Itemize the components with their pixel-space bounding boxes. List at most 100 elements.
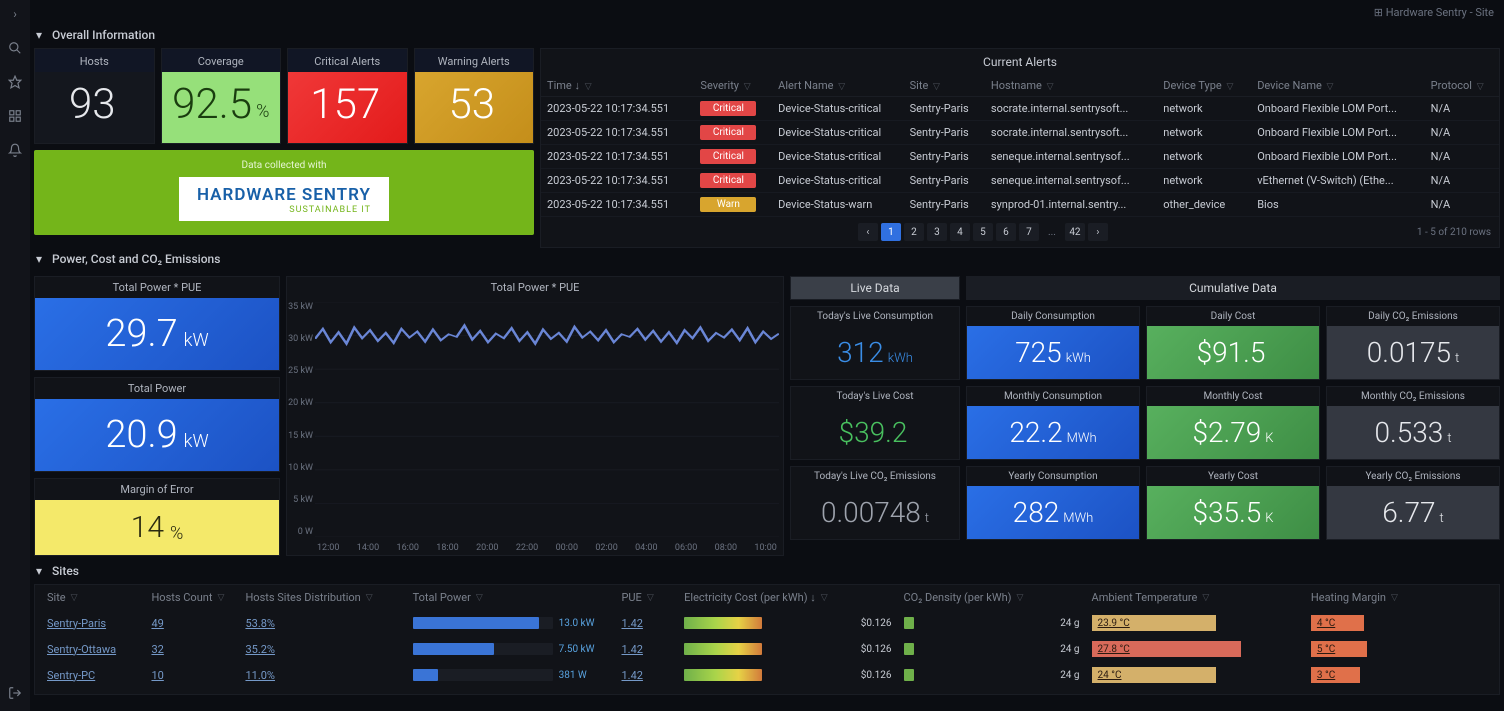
filter-icon[interactable]: ▽ (1327, 82, 1334, 92)
section-power-header[interactable]: ▾Power, Cost and CO₂ Emissions (34, 248, 1500, 272)
pager-page[interactable]: 42 (1065, 223, 1085, 241)
tab-cumulative-data[interactable]: Cumulative Data (966, 276, 1500, 300)
sites-row[interactable]: Sentry-Paris 49 53.8% 13.0 kW 1.42 $0.12… (41, 610, 1493, 636)
metric-live[interactable]: Today's Live CO₂ Emissions0.00748t (790, 466, 960, 540)
sites-row[interactable]: Sentry-Ottawa 32 35.2% 7.50 kW 1.42 $0.1… (41, 636, 1493, 662)
filter-icon[interactable]: ▽ (1391, 593, 1398, 603)
pager-page[interactable]: 2 (904, 223, 924, 241)
section-overall-header[interactable]: ▾Overall Information (34, 24, 1500, 48)
chevron-down-icon: ▾ (36, 28, 46, 42)
filter-icon[interactable]: ▽ (366, 593, 373, 603)
alerts-col[interactable]: Protocol ▽ (1425, 75, 1499, 97)
metric-cost[interactable]: Daily Cost$91.5 (1146, 306, 1320, 380)
alerts-col[interactable]: Severity ▽ (694, 75, 772, 97)
filter-icon[interactable]: ▽ (647, 593, 654, 603)
breadcrumb-link[interactable]: ⊞ Hardware Sentry - Site (1374, 6, 1494, 19)
filter-icon[interactable]: ▽ (933, 82, 940, 92)
star-icon[interactable] (7, 74, 23, 90)
metric-co2[interactable]: Daily CO₂ Emissions0.0175t (1326, 306, 1500, 380)
grid-icon[interactable] (7, 108, 23, 124)
site-link[interactable]: Sentry-Ottawa (47, 643, 116, 656)
pager-page[interactable]: 5 (973, 223, 993, 241)
alerts-col[interactable]: Alert Name ▽ (772, 75, 903, 97)
stat-total-power-pue[interactable]: Total Power * PUE 29.7kW (34, 276, 280, 371)
filter-icon[interactable]: ▽ (217, 593, 224, 603)
sites-col[interactable]: Hosts Sites Distribution ▽ (239, 585, 406, 610)
filter-icon[interactable]: ▽ (1047, 82, 1054, 92)
pager-page[interactable]: 3 (927, 223, 947, 241)
tile-title: Warning Alerts (415, 49, 534, 72)
filter-icon[interactable]: ▽ (585, 82, 592, 92)
metric-consumption[interactable]: Daily Consumption725kWh (966, 306, 1140, 380)
sites-col[interactable]: Heating Margin ▽ (1305, 585, 1493, 610)
alerts-title: Current Alerts (541, 49, 1499, 75)
filter-icon[interactable]: ▽ (1226, 82, 1233, 92)
pager-page[interactable]: 7 (1019, 223, 1039, 241)
metric-live[interactable]: Today's Live Consumption312kWh (790, 306, 960, 380)
tile-coverage[interactable]: Coverage 92.5% (161, 48, 282, 144)
metric-co2[interactable]: Yearly CO₂ Emissions6.77t (1326, 466, 1500, 540)
bell-icon[interactable] (7, 142, 23, 158)
alerts-row[interactable]: 2023-05-22 10:17:34.551 Warn Device-Stat… (541, 193, 1499, 217)
pager-page[interactable]: 4 (950, 223, 970, 241)
logout-icon[interactable] (7, 685, 23, 701)
alerts-col[interactable]: Hostname ▽ (985, 75, 1157, 97)
filter-icon[interactable]: ▽ (744, 82, 751, 92)
sites-col[interactable]: PUE ▽ (615, 585, 678, 610)
metric-co2[interactable]: Monthly CO₂ Emissions0.533t (1326, 386, 1500, 460)
alerts-col[interactable]: Device Name ▽ (1251, 75, 1424, 97)
alerts-row[interactable]: 2023-05-22 10:17:34.551 Critical Device-… (541, 145, 1499, 169)
metric-cost[interactable]: Yearly Cost$35.5K (1146, 466, 1320, 540)
tile-hosts[interactable]: Hosts 93 (34, 48, 155, 144)
metric-consumption[interactable]: Monthly Consumption22.2MWh (966, 386, 1140, 460)
chart-title: Total Power * PUE (287, 277, 783, 298)
tab-live-data[interactable]: Live Data (790, 276, 960, 300)
sites-col[interactable]: Electricity Cost (per kWh) ↓ ▽ (678, 585, 897, 610)
chevron-down-icon: ▾ (36, 252, 46, 266)
alerts-panel: Current Alerts Time ↓ ▽Severity ▽Alert N… (540, 48, 1500, 248)
tile-warning-alerts[interactable]: Warning Alerts 53 (414, 48, 535, 144)
stat-total-power[interactable]: Total Power 20.9kW (34, 377, 280, 472)
alerts-col[interactable]: Device Type ▽ (1157, 75, 1251, 97)
brand-sub: SUSTAINABLE IT (197, 205, 371, 215)
site-link[interactable]: Sentry-Paris (47, 617, 106, 630)
sites-col[interactable]: CO₂ Density (per kWh) ▽ (898, 585, 1086, 610)
filter-icon[interactable]: ▽ (1477, 82, 1484, 92)
chevron-right-icon[interactable]: › (7, 6, 23, 22)
alerts-row[interactable]: 2023-05-22 10:17:34.551 Critical Device-… (541, 121, 1499, 145)
sites-col[interactable]: Total Power ▽ (407, 585, 616, 610)
pager-prev[interactable]: ‹ (858, 223, 878, 241)
pager-page[interactable]: 1 (881, 223, 901, 241)
tile-critical-alerts[interactable]: Critical Alerts 157 (287, 48, 408, 144)
filter-icon[interactable]: ▽ (476, 593, 483, 603)
metric-consumption[interactable]: Yearly Consumption282MWh (966, 466, 1140, 540)
severity-badge: Warn (700, 197, 756, 212)
alerts-col[interactable]: Time ↓ ▽ (541, 75, 694, 97)
sites-table: Site ▽Hosts Count ▽Hosts Sites Distribut… (41, 585, 1493, 688)
sites-row[interactable]: Sentry-PC 10 11.0% 381 W 1.42 $0.126 24 … (41, 662, 1493, 688)
filter-icon[interactable]: ▽ (838, 82, 845, 92)
alerts-col[interactable]: Site ▽ (904, 75, 985, 97)
filter-icon[interactable]: ▽ (821, 593, 828, 603)
pager: ‹1234567...42› (858, 217, 1108, 247)
chart-panel: Total Power * PUE 35 kW30 kW25 kW20 kW15… (286, 276, 784, 556)
metric-live[interactable]: Today's Live Cost$39.2 (790, 386, 960, 460)
filter-icon[interactable]: ▽ (71, 593, 78, 603)
search-icon[interactable] (7, 40, 23, 56)
alerts-row[interactable]: 2023-05-22 10:17:34.551 Critical Device-… (541, 169, 1499, 193)
sites-col[interactable]: Ambient Temperature ▽ (1086, 585, 1305, 610)
pager-page[interactable]: 6 (996, 223, 1016, 241)
filter-icon[interactable]: ▽ (1202, 593, 1209, 603)
brand-card: Data collected with HARDWARE SENTRY SUST… (34, 150, 534, 235)
sites-col[interactable]: Site ▽ (41, 585, 145, 610)
alerts-table: Time ↓ ▽Severity ▽Alert Name ▽Site ▽Host… (541, 75, 1499, 217)
section-sites-header[interactable]: ▾Sites (34, 560, 1500, 584)
alerts-row[interactable]: 2023-05-22 10:17:34.551 Critical Device-… (541, 97, 1499, 121)
pager-next[interactable]: › (1088, 223, 1108, 241)
site-link[interactable]: Sentry-PC (47, 669, 95, 682)
pager-page: ... (1042, 223, 1062, 241)
sites-col[interactable]: Hosts Count ▽ (145, 585, 239, 610)
stat-margin-of-error[interactable]: Margin of Error 14% (34, 478, 280, 556)
filter-icon[interactable]: ▽ (1016, 593, 1023, 603)
metric-cost[interactable]: Monthly Cost$2.79K (1146, 386, 1320, 460)
